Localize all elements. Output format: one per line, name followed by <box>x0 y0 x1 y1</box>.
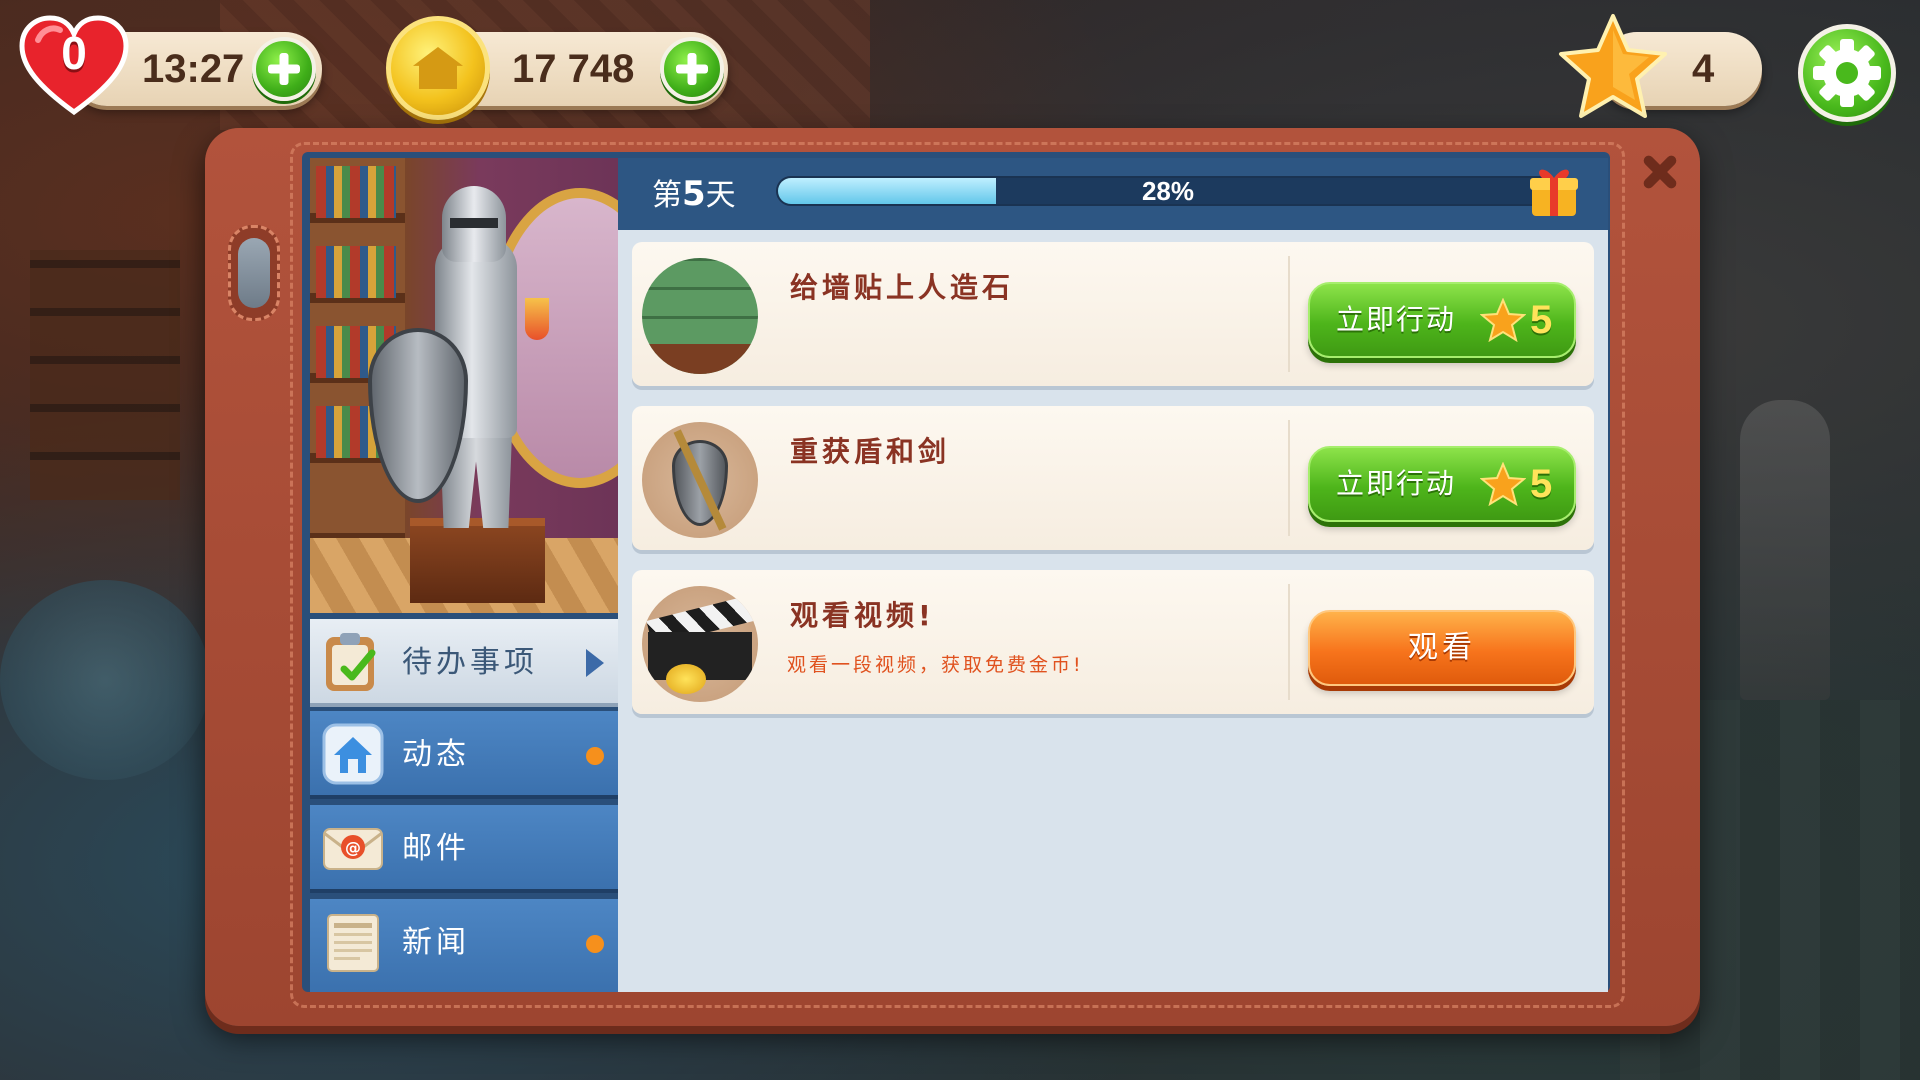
background-rug <box>0 580 210 780</box>
clipboard-icon <box>326 633 376 691</box>
chevron-right-icon <box>586 649 604 677</box>
add-coins-button[interactable] <box>660 37 724 101</box>
task-title: 重获盾和剑 <box>790 435 951 468</box>
tab-todo-label: 待办事项 <box>402 645 538 680</box>
house-icon <box>322 723 384 785</box>
task-divider <box>1288 584 1290 700</box>
task-action-label: 立即行动 <box>1336 467 1457 500</box>
tab-activity-label: 动态 <box>402 737 470 772</box>
newspaper-icon <box>327 914 379 972</box>
star-icon <box>1480 298 1526 342</box>
mail-icon: @ <box>323 828 383 870</box>
panel-clip-handle <box>238 238 270 308</box>
task-divider <box>1288 420 1290 536</box>
day-progress-text: 28% <box>1141 176 1195 206</box>
notification-dot <box>586 935 604 953</box>
coins-amount: 17 748 <box>512 47 635 91</box>
task-card: 重获盾和剑 立即行动 5 <box>632 406 1594 550</box>
day-number: 5 <box>682 174 706 214</box>
task-title: 观看视频! <box>790 599 935 632</box>
tab-news-label: 新闻 <box>402 925 470 960</box>
clapperboard-thumbnail <box>642 586 758 702</box>
task-star-cost: 5 <box>1530 298 1553 342</box>
close-icon[interactable] <box>1636 148 1684 196</box>
coin-icon <box>386 16 490 120</box>
task-divider <box>1288 256 1290 372</box>
knight-portrait <box>310 158 618 613</box>
notification-dot <box>586 747 604 765</box>
task-card: 观看视频! 观看一段视频，获取免费金币! 观看 <box>632 570 1594 714</box>
task-action-button[interactable]: 立即行动 5 <box>1308 446 1576 522</box>
day-label: 第5天 <box>652 174 736 214</box>
star-icon <box>1559 14 1667 118</box>
tab-mail-label: 邮件 <box>402 831 470 866</box>
star-icon <box>1480 462 1526 506</box>
task-subtitle: 观看一段视频，获取免费金币! <box>787 654 1084 676</box>
background-statue <box>1740 400 1830 700</box>
svg-text:@: @ <box>345 838 361 857</box>
task-card: 给墙贴上人造石 立即行动 5 <box>632 242 1594 386</box>
task-title: 给墙贴上人造石 <box>790 271 1015 304</box>
settings-button[interactable] <box>1798 24 1896 122</box>
stars-amount: 4 <box>1692 47 1715 91</box>
tab-mail[interactable]: @ 邮件 <box>310 805 618 893</box>
tab-activity[interactable]: 动态 <box>310 711 618 799</box>
gear-icon <box>1813 39 1881 107</box>
gift-icon[interactable] <box>1528 160 1580 218</box>
task-action-label: 立即行动 <box>1336 303 1457 336</box>
lives-timer: 13:27 <box>142 47 245 91</box>
background-bookshelf <box>30 250 180 500</box>
task-star-cost: 5 <box>1530 462 1553 506</box>
watch-video-button[interactable]: 观看 <box>1308 610 1576 686</box>
stone-wall-thumbnail <box>642 258 758 374</box>
shield-sword-thumbnail <box>642 422 758 538</box>
tab-news[interactable]: 新闻 <box>310 899 618 992</box>
add-lives-button[interactable] <box>252 37 316 101</box>
tab-todo[interactable]: 待办事项 <box>310 619 618 707</box>
task-action-button[interactable]: 立即行动 5 <box>1308 282 1576 358</box>
lives-count: 0 <box>61 27 87 79</box>
